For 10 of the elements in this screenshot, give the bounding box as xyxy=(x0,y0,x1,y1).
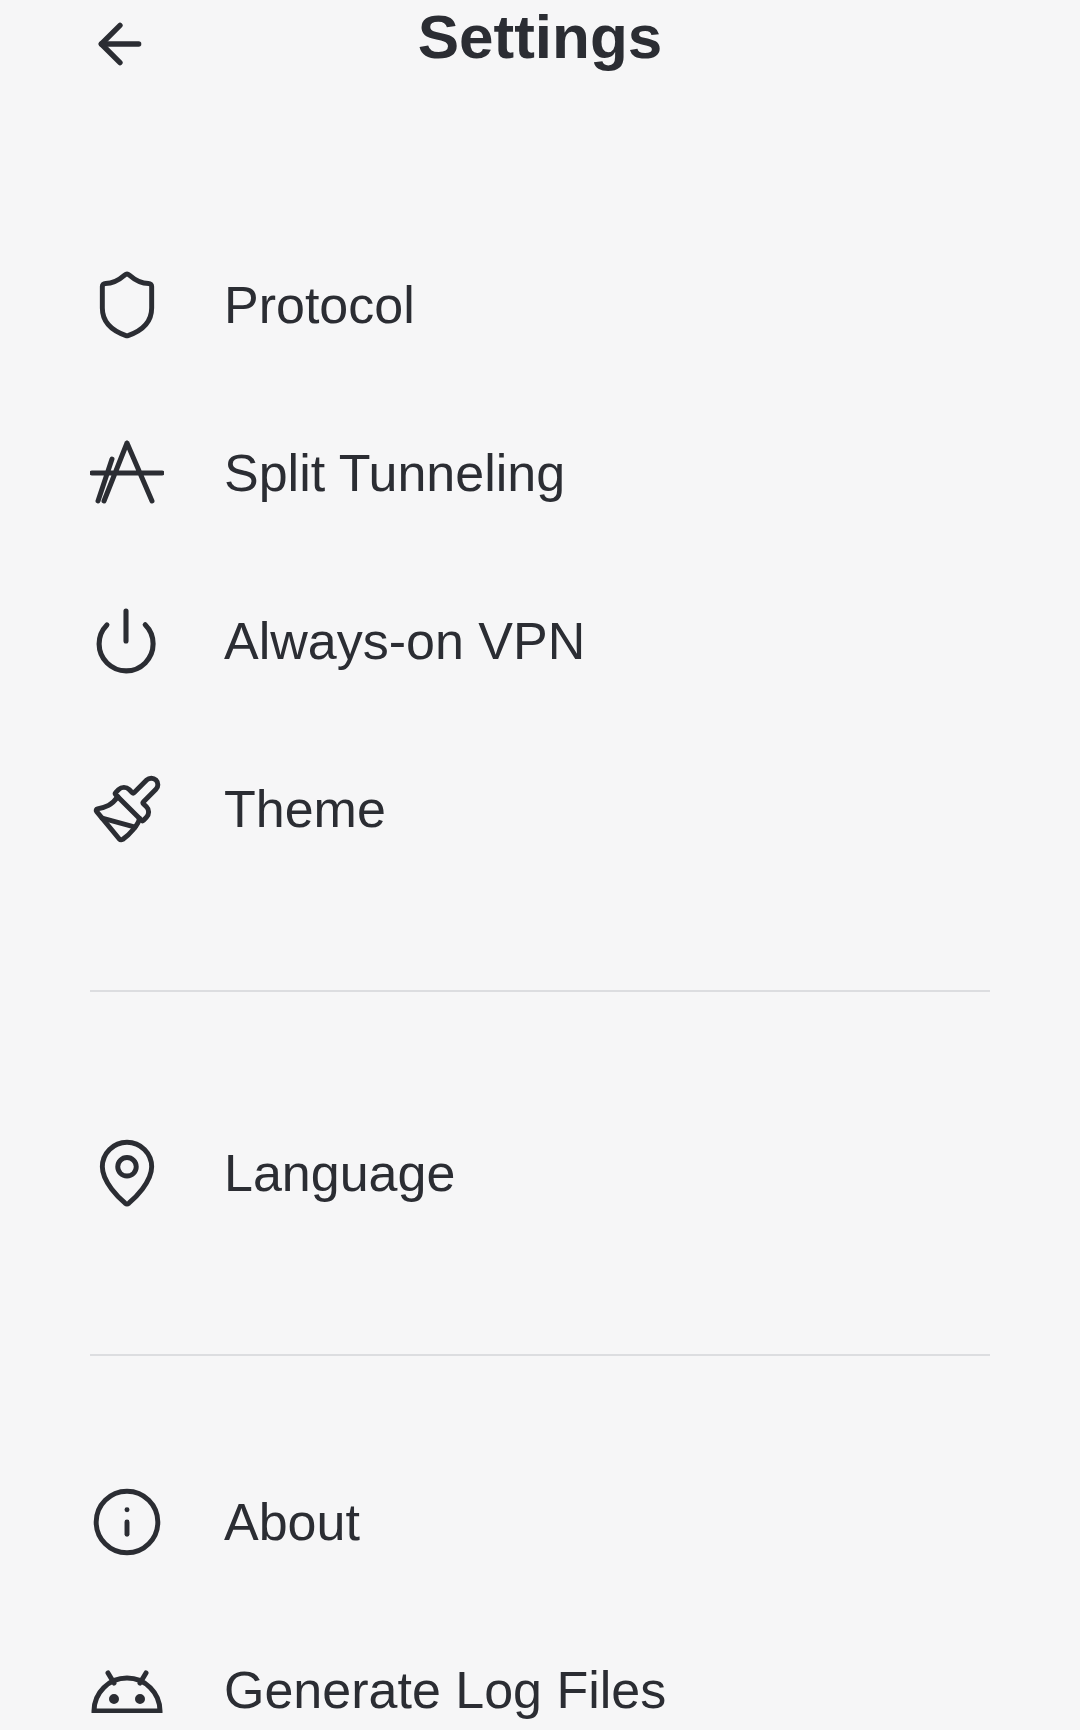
settings-item[interactable]: Always-on VPN xyxy=(224,611,586,671)
page-title: Settings xyxy=(417,0,663,72)
split-arrows-icon xyxy=(90,439,164,507)
settings-item[interactable]: Protocol xyxy=(224,275,415,335)
android-icon xyxy=(90,1667,164,1713)
settings-item[interactable]: Split Tunneling xyxy=(224,443,566,503)
settings-item[interactable]: Theme xyxy=(224,779,386,839)
settings-item[interactable]: Language xyxy=(224,1143,456,1203)
settings-item[interactable]: About xyxy=(224,1492,360,1552)
settings-item[interactable]: Generate Log Files xyxy=(224,1660,667,1720)
